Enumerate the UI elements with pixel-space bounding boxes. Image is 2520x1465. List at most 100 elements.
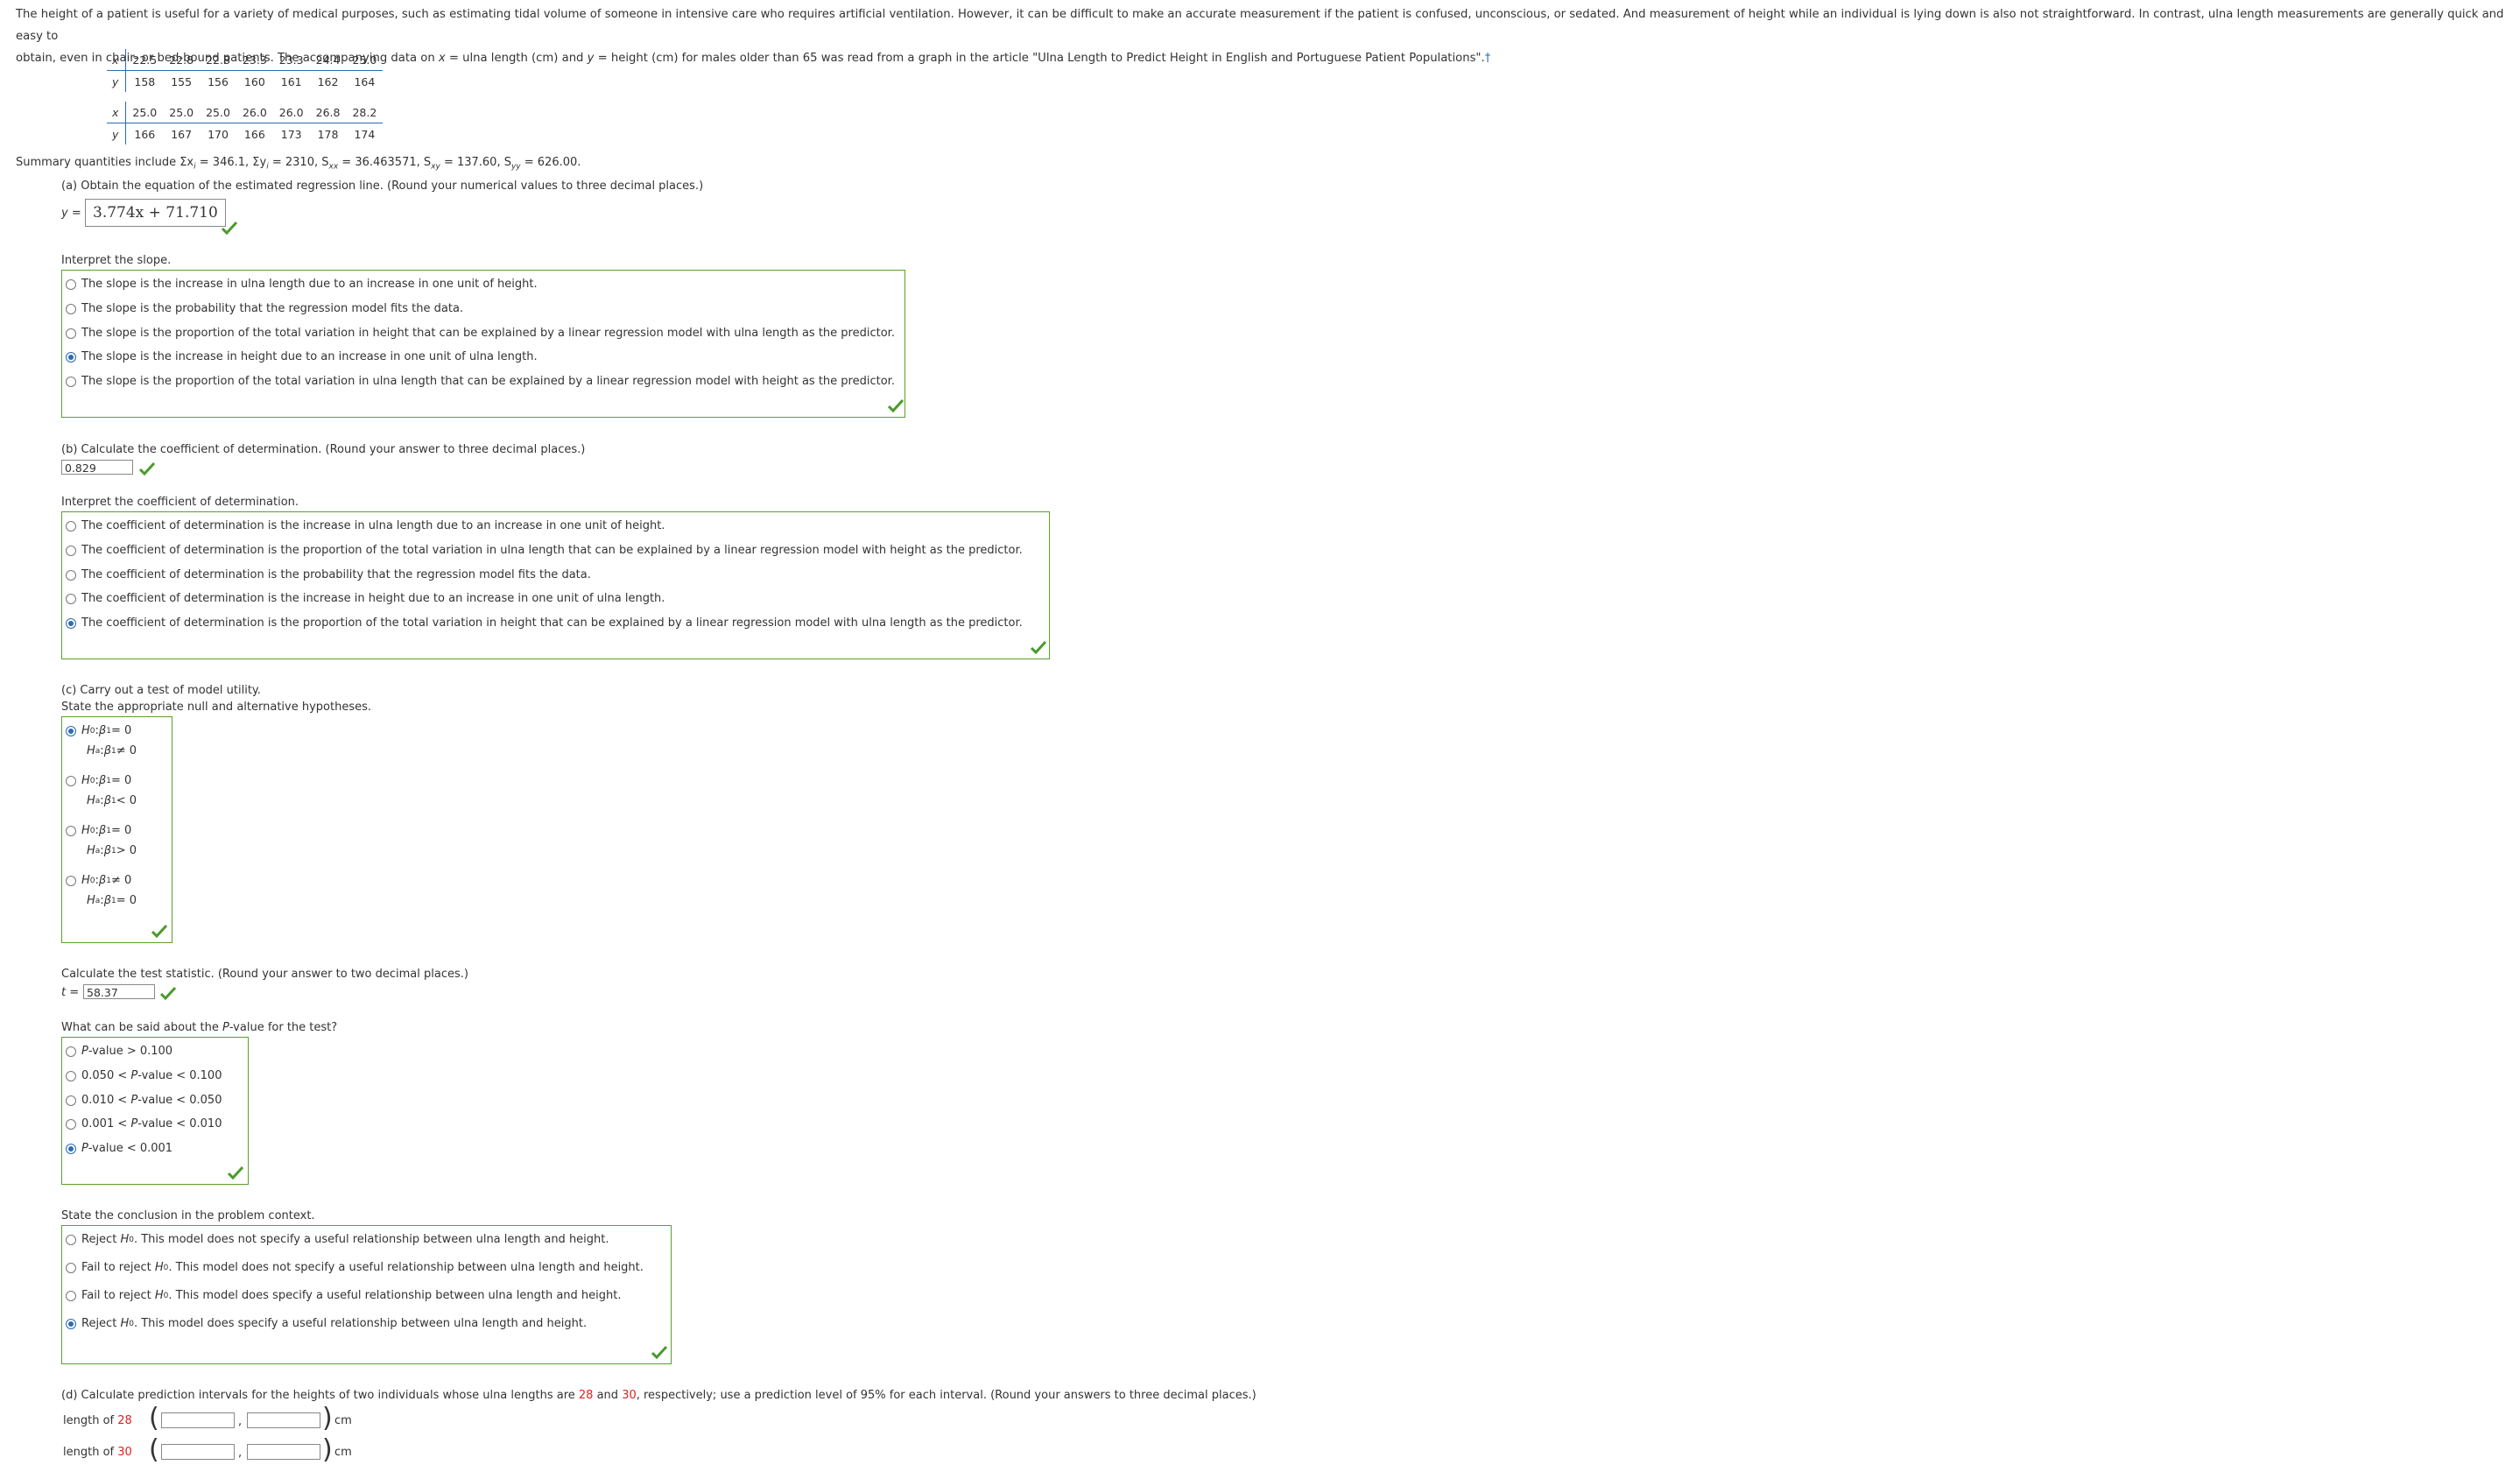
regression-equation-answer[interactable]: 3.774x + 71.710 bbox=[85, 199, 226, 227]
radio-button[interactable] bbox=[66, 376, 76, 387]
conclusion-prompt: State the conclusion in the problem cont… bbox=[61, 1209, 315, 1222]
conclusion-option-1[interactable]: Fail to reject H0. This model does not s… bbox=[66, 1261, 644, 1274]
pvalue-option-0[interactable]: P -value > 0.100 bbox=[66, 1045, 172, 1058]
radio-button[interactable] bbox=[66, 825, 76, 836]
correct-check-icon bbox=[138, 461, 156, 475]
slope-option-3[interactable]: The slope is the increase in height due … bbox=[66, 350, 538, 363]
hypothesis-alt-1: Ha: β1 < 0 bbox=[87, 794, 137, 807]
correct-check-icon bbox=[221, 221, 238, 235]
radio-button-selected[interactable] bbox=[66, 1318, 76, 1329]
hypothesis-option-1[interactable]: H0: β1 = 0 bbox=[66, 774, 131, 787]
conclusion-option-3[interactable]: Reject H0. This model does specify a use… bbox=[66, 1317, 587, 1330]
radio-button[interactable] bbox=[66, 328, 76, 339]
cod-prompt: Interpret the coefficient of determinati… bbox=[61, 496, 299, 509]
radio-button[interactable] bbox=[66, 520, 76, 532]
interval-30-lower-input[interactable] bbox=[161, 1444, 235, 1460]
cod-option-3[interactable]: The coefficient of determination is the … bbox=[66, 592, 665, 605]
interval-comma: , bbox=[238, 1447, 243, 1460]
part-a-prompt: (a) Obtain the equation of the estimated… bbox=[61, 180, 704, 193]
pvalue-option-4[interactable]: P -value < 0.001 bbox=[66, 1142, 172, 1155]
radio-button-selected[interactable] bbox=[66, 1143, 76, 1154]
radio-button[interactable] bbox=[66, 1290, 76, 1301]
interval-row-30-label: length of 30 bbox=[63, 1446, 132, 1459]
unit-cm: cm bbox=[334, 1446, 352, 1459]
hypothesis-alt-2: Ha: β1 > 0 bbox=[87, 844, 137, 857]
pvalue-option-3[interactable]: 0.001 < P -value < 0.010 bbox=[66, 1117, 222, 1130]
slope-prompt: Interpret the slope. bbox=[61, 254, 172, 267]
part-b-prompt: (b) Calculate the coefficient of determi… bbox=[61, 443, 586, 456]
radio-button[interactable] bbox=[66, 1095, 76, 1106]
part-c-prompt: (c) Carry out a test of model utility. bbox=[61, 684, 261, 697]
conclusion-option-0[interactable]: Reject H0. This model does not specify a… bbox=[66, 1233, 609, 1246]
hypothesis-option-2[interactable]: H0: β1 = 0 bbox=[66, 824, 131, 837]
interval-comma: , bbox=[238, 1415, 243, 1428]
footnote-link[interactable]: † bbox=[1485, 52, 1491, 65]
interval-28-upper-input[interactable] bbox=[247, 1412, 320, 1428]
table-row: x 22.5 22.8 22.8 23.3 23.3 24.4 25.0 bbox=[107, 49, 384, 71]
radio-button[interactable] bbox=[66, 1234, 76, 1245]
close-paren: ) bbox=[322, 1403, 333, 1433]
radio-button[interactable] bbox=[66, 278, 76, 290]
radio-button[interactable] bbox=[66, 1070, 76, 1081]
pvalue-option-2[interactable]: 0.010 < P -value < 0.050 bbox=[66, 1094, 222, 1107]
cod-option-1[interactable]: The coefficient of determination is the … bbox=[66, 544, 1023, 557]
data-table-1: x 22.5 22.8 22.8 23.3 23.3 24.4 25.0 y 158 155 1… bbox=[107, 49, 384, 92]
correct-check-icon bbox=[887, 398, 905, 412]
correct-check-icon bbox=[159, 986, 177, 1000]
pvalue-options-box: P -value > 0.100 0.050 < P -value < 0.100 … bbox=[61, 1037, 249, 1185]
y-equals-label: y = bbox=[61, 207, 81, 220]
pvalue-option-1[interactable]: 0.050 < P -value < 0.100 bbox=[66, 1069, 222, 1082]
table-row: y 166 167 170 166 173 178 174 bbox=[107, 123, 383, 144]
close-paren: ) bbox=[322, 1434, 333, 1465]
cod-answer-input[interactable]: 0.829 bbox=[61, 460, 133, 475]
radio-button[interactable] bbox=[66, 875, 76, 886]
slope-option-4[interactable]: The slope is the proportion of the total… bbox=[66, 375, 895, 388]
data-table-2: x 25.0 25.0 25.0 26.0 26.0 26.8 28.2 y 166 167 1… bbox=[107, 102, 384, 144]
correct-check-icon bbox=[151, 924, 168, 938]
hypothesis-alt-0: Ha: β1 ≠ 0 bbox=[87, 744, 137, 757]
radio-button[interactable] bbox=[66, 593, 76, 604]
hypothesis-alt-3: Ha: β1 = 0 bbox=[87, 894, 137, 907]
cod-option-0[interactable]: The coefficient of determination is the … bbox=[66, 519, 665, 532]
conclusion-options-box: Reject H0. This model does not specify a… bbox=[61, 1225, 672, 1364]
radio-button-selected[interactable] bbox=[66, 351, 76, 363]
slope-option-0[interactable]: The slope is the increase in ulna length… bbox=[66, 278, 538, 291]
table-row: y 158 155 156 160 161 162 164 bbox=[107, 70, 383, 92]
radio-button-selected[interactable] bbox=[66, 617, 76, 629]
radio-button-selected[interactable] bbox=[66, 725, 76, 736]
radio-button[interactable] bbox=[66, 1118, 76, 1130]
radio-button[interactable] bbox=[66, 545, 76, 556]
hypothesis-option-0[interactable]: H0: β1 = 0 bbox=[66, 724, 131, 737]
slope-option-1[interactable]: The slope is the probability that the re… bbox=[66, 302, 463, 315]
cod-option-2[interactable]: The coefficient of determination is the … bbox=[66, 568, 591, 581]
hypothesis-option-3[interactable]: H0: β1 ≠ 0 bbox=[66, 874, 131, 887]
t-equals-label: t = bbox=[61, 986, 80, 999]
open-paren: ( bbox=[149, 1434, 159, 1465]
tstat-answer-input[interactable]: 58.37 bbox=[83, 984, 155, 999]
interval-28-lower-input[interactable] bbox=[161, 1412, 235, 1428]
hypotheses-options-box: H0: β1 = 0 Ha: β1 ≠ 0 H0: β1 = 0 Ha: β1 … bbox=[61, 716, 172, 943]
pvalue-prompt: What can be said about the P-value for t… bbox=[61, 1021, 338, 1034]
unit-cm: cm bbox=[334, 1414, 352, 1427]
slope-option-2[interactable]: The slope is the proportion of the total… bbox=[66, 327, 895, 340]
correct-check-icon bbox=[651, 1345, 668, 1359]
part-d-prompt: (d) Calculate prediction intervals for t… bbox=[61, 1389, 1256, 1402]
correct-check-icon bbox=[227, 1166, 244, 1180]
radio-button[interactable] bbox=[66, 775, 76, 786]
radio-button[interactable] bbox=[66, 569, 76, 581]
interval-row-28-label: length of 28 bbox=[63, 1414, 132, 1427]
radio-button[interactable] bbox=[66, 303, 76, 314]
correct-check-icon bbox=[1030, 640, 1047, 654]
cod-option-4[interactable]: The coefficient of determination is the … bbox=[66, 616, 1023, 630]
interval-30-upper-input[interactable] bbox=[247, 1444, 320, 1460]
problem-intro: The height of a patient is useful for a … bbox=[16, 8, 2504, 65]
cod-options-box: The coefficient of determination is the … bbox=[61, 511, 1050, 659]
summary-quantities: Summary quantities include Σxi = 346.1, … bbox=[16, 156, 581, 172]
tstat-prompt: Calculate the test statistic. (Round you… bbox=[61, 968, 468, 981]
slope-options-box: The slope is the increase in ulna length… bbox=[61, 270, 905, 418]
radio-button[interactable] bbox=[66, 1046, 76, 1057]
conclusion-option-2[interactable]: Fail to reject H0. This model does speci… bbox=[66, 1289, 621, 1302]
radio-button[interactable] bbox=[66, 1262, 76, 1273]
hypotheses-prompt: State the appropriate null and alternati… bbox=[61, 701, 371, 714]
table-row: x 25.0 25.0 25.0 26.0 26.0 26.8 28.2 bbox=[107, 102, 384, 123]
